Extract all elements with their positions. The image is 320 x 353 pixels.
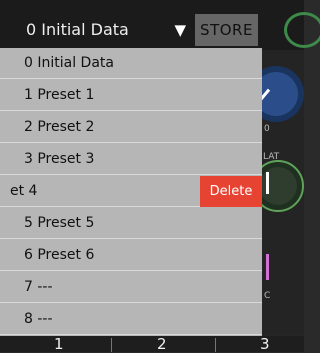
preset-item-3[interactable]: 3 Preset 3 [0,144,262,175]
dropdown-triangle-icon: ▼ [174,21,186,39]
preset-item-4-swiped[interactable]: et 4 Delete [0,176,262,207]
preset-item-1[interactable]: 1 Preset 1 [0,80,262,111]
tab-3[interactable]: 3 [260,335,270,353]
store-button[interactable]: STORE [195,14,258,46]
preset-select-label: 0 Initial Data [26,20,129,39]
tab-divider [215,338,216,352]
tab-1[interactable]: 1 [54,335,64,353]
tab-2[interactable]: 2 [157,335,167,353]
c-label: C [264,291,271,301]
preset-dropdown-list: 0 Initial Data 1 Preset 1 2 Preset 2 3 P… [0,48,262,336]
pink-level-bar [266,254,269,280]
preset-item-0[interactable]: 0 Initial Data [0,48,262,79]
delete-button[interactable]: Delete [200,176,262,207]
bottom-bar [0,336,304,352]
green-ring-icon [284,12,320,48]
preset-item-8[interactable]: 8 --- [0,304,262,335]
knob-value-label: 0 [264,124,270,134]
preset-item-7[interactable]: 7 --- [0,272,262,303]
preset-item-4-label: et 4 [10,183,38,199]
preset-select[interactable]: 0 Initial Data ▼ [14,14,194,46]
green-knob-pointer [266,172,269,194]
tab-divider [111,338,112,352]
preset-item-5[interactable]: 5 Preset 5 [0,208,262,239]
lat-label: LAT [263,152,280,162]
preset-item-2[interactable]: 2 Preset 2 [0,112,262,143]
preset-item-6[interactable]: 6 Preset 6 [0,240,262,271]
